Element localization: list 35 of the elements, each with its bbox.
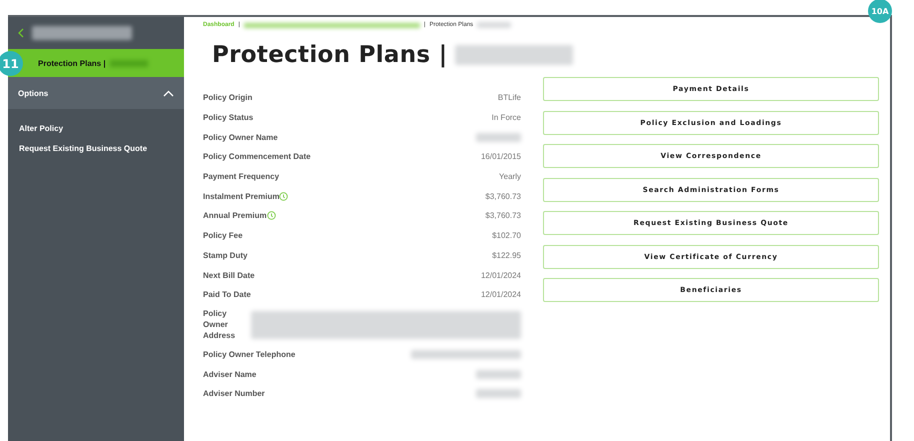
page-title: Protection Plans | (212, 42, 448, 68)
back-icon[interactable] (18, 28, 24, 38)
field-label: Policy Owner Name (203, 132, 278, 142)
field-label: Policy Status (203, 113, 254, 122)
field-label: Policy Fee (203, 231, 243, 240)
field-label: Instalment Premium (203, 192, 280, 201)
field-value: $3,760.73 (485, 192, 521, 201)
annotation-badge: 10A (868, 0, 892, 23)
field-value: 12/01/2024 (480, 290, 521, 300)
options-header[interactable]: Options (8, 77, 184, 109)
field-value: $122.95 (492, 250, 521, 260)
field-value: 16/01/2015 (480, 152, 521, 162)
redacted-text (477, 22, 512, 28)
field-value: BTLife (498, 93, 521, 102)
field-label: Policy Origin (203, 93, 252, 102)
field-value: $102.70 (492, 231, 521, 240)
field-value: In Force (492, 113, 521, 122)
field-label: Payment Frequency (203, 172, 280, 182)
field-label: Adviser Name (203, 370, 256, 379)
sidebar-link[interactable]: Alter Policy (8, 118, 184, 138)
field-value: Yearly (499, 172, 521, 182)
sidebar-link[interactable]: Request Existing Business Quote (8, 138, 184, 158)
section-label: Options (18, 88, 48, 98)
field-label: Annual Premium (203, 211, 267, 220)
field-value: 12/01/2024 (480, 270, 521, 280)
field-label: Policy Commencement Date (203, 152, 311, 162)
field-label: Policy Owner Telephone (203, 350, 296, 359)
field-label: Policy Owner Address (203, 308, 236, 342)
annotation-badge: 11 (0, 51, 23, 76)
field-label: Next Bill Date (203, 270, 255, 280)
field-value: $3,760.73 (485, 211, 521, 220)
field-label: Adviser Number (203, 389, 265, 398)
field-label: Stamp Duty (203, 250, 248, 260)
chevron-up-icon[interactable] (163, 90, 174, 96)
field-label: Paid To Date (203, 290, 251, 300)
